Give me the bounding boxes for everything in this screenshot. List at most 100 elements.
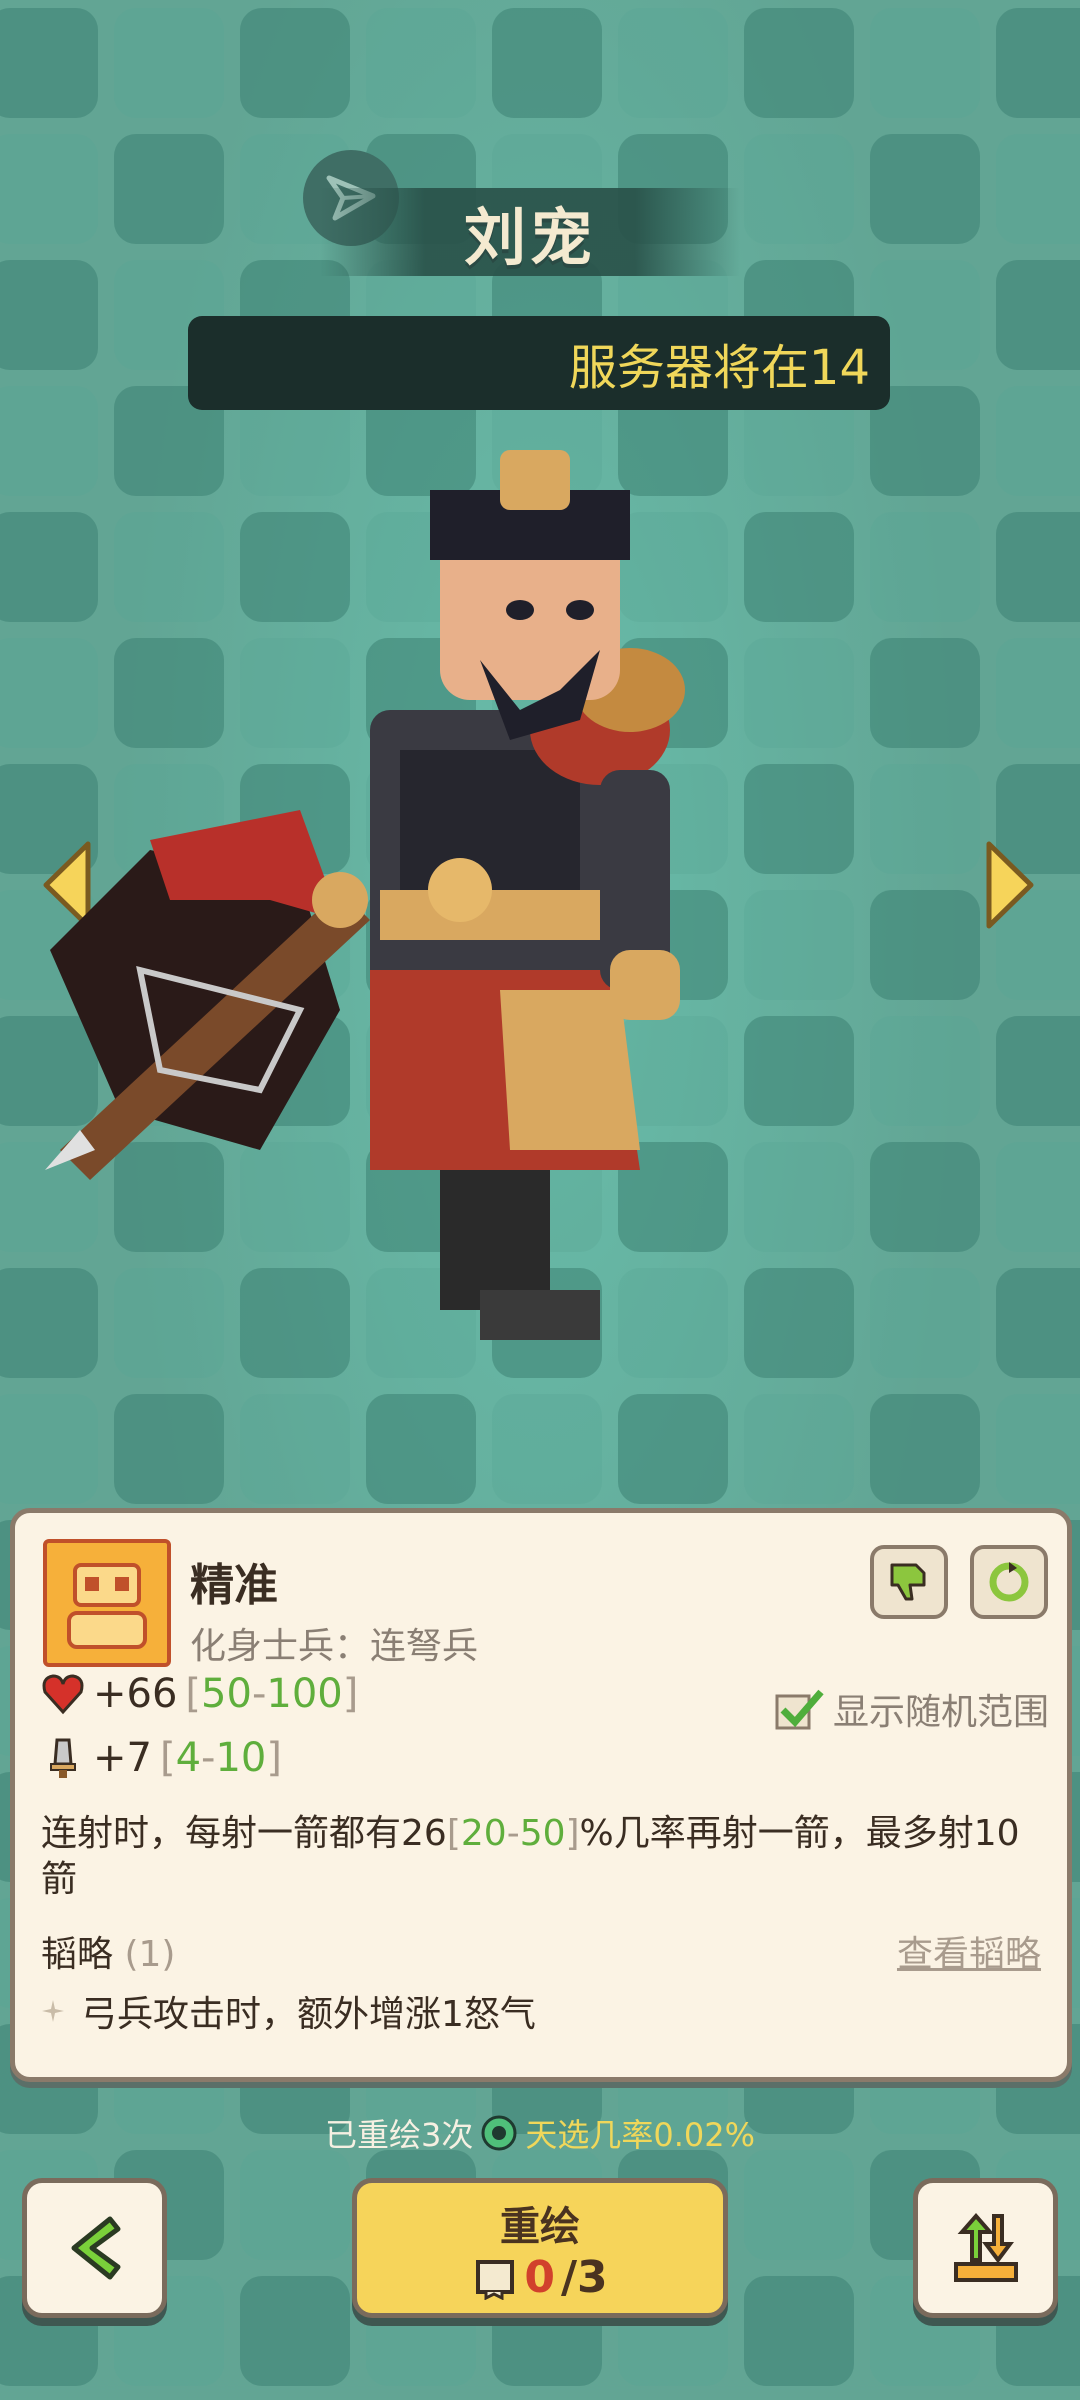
checkmark-icon <box>775 1689 824 1730</box>
background-tile <box>996 8 1080 118</box>
background-tile <box>744 1268 854 1378</box>
scroll-ticket-icon <box>476 2260 515 2300</box>
hp-stat: +66 [50-100] <box>41 1671 358 1717</box>
view-tactics-link[interactable]: 查看韬略 <box>897 1925 1041 1977</box>
background-tile <box>744 2276 854 2386</box>
background-tile <box>114 8 224 118</box>
refresh-icon <box>989 1562 1029 1602</box>
description-range-min: 20 <box>460 1813 507 1854</box>
background-tile <box>996 1016 1080 1126</box>
hero-name-banner: 刘宠 <box>320 188 740 276</box>
background-tile <box>744 512 854 622</box>
background-tile <box>744 2150 854 2260</box>
tactics-item-text: 弓兵攻击时，额外增涨1怒气 <box>81 1994 536 2035</box>
background-tile <box>744 134 854 244</box>
attack-range-max: 10 <box>215 1735 267 1781</box>
skill-subtitle-value: 连弩兵 <box>370 1626 479 1667</box>
dislike-button[interactable] <box>870 1545 948 1619</box>
skill-description: 连射时，每射一箭都有26[20-50]%几率再射一箭，最多射10箭 <box>41 1811 1051 1903</box>
next-hero-arrow-icon[interactable] <box>985 840 1037 930</box>
background-tile <box>366 1394 476 1504</box>
attack-stat: +7 [4-10] <box>41 1735 282 1781</box>
server-notice-text: 服务器将在14 <box>568 340 870 396</box>
tactics-count: (1) <box>124 1934 176 1975</box>
sort-button[interactable] <box>913 2178 1058 2318</box>
hp-range-min: 50 <box>201 1671 252 1717</box>
background-tile <box>0 8 98 118</box>
server-notice: 服务器将在14 <box>188 316 890 410</box>
background-tile <box>114 1394 224 1504</box>
description-range-sep: - <box>506 1813 520 1854</box>
redraw-button[interactable]: 重绘 0/3 <box>352 2178 728 2318</box>
background-tile <box>744 764 854 874</box>
background-tile <box>744 1394 854 1504</box>
attack-value: +7 <box>93 1735 152 1781</box>
redraw-count: 0/3 <box>472 2251 608 2303</box>
description-value: 26 <box>401 1813 447 1854</box>
hp-range-sep: - <box>251 1671 267 1717</box>
hp-value: +66 <box>93 1671 178 1717</box>
sword-icon <box>50 1738 76 1778</box>
background-tile <box>870 1142 980 1252</box>
skill-subtitle-label: 化身士兵： <box>190 1626 371 1667</box>
show-random-range-label: 显示随机范围 <box>833 1692 1050 1733</box>
background-tile <box>870 890 980 1000</box>
background-tile <box>240 1394 350 1504</box>
background-tile <box>240 2150 350 2260</box>
background-tile <box>870 1394 980 1504</box>
attack-range-open: [ <box>159 1735 176 1781</box>
tactics-list-item: 弓兵攻击时，额外增涨1怒气 <box>41 1985 536 2037</box>
attack-range-min: 4 <box>175 1735 202 1781</box>
tactics-label-text: 韬略 <box>41 1934 114 1975</box>
background-tile <box>870 638 980 748</box>
background-tile <box>492 1394 602 1504</box>
skill-name: 精准 <box>190 1560 278 1611</box>
heart-icon <box>42 1674 84 1715</box>
tactics-label: 韬略 (1) <box>41 1925 175 1977</box>
attack-range-close: ] <box>266 1735 282 1781</box>
description-range-open: [ <box>446 1813 461 1854</box>
background-tile <box>870 8 980 118</box>
hero-portrait <box>45 450 685 1340</box>
redraw-info: 已重绘3次 天选几率0.02% <box>0 2110 1080 2156</box>
background-tile <box>240 8 350 118</box>
sort-arrows-icon <box>953 2212 1018 2282</box>
background-tile <box>870 1268 980 1378</box>
background-tile <box>744 1142 854 1252</box>
background-tile <box>996 1394 1080 1504</box>
background-tile <box>492 8 602 118</box>
back-button[interactable] <box>22 2178 167 2318</box>
redraw-count-text: 已重绘3次 <box>324 2116 474 2154</box>
background-tile <box>744 890 854 1000</box>
background-tile <box>744 8 854 118</box>
attack-range-sep: - <box>201 1735 216 1781</box>
background-tile <box>0 134 98 244</box>
show-random-range-toggle[interactable]: 显示随机范围 <box>775 1683 1049 1735</box>
skill-card: 精准 化身士兵：连弩兵 +66 [50-100] +7 [4-10] 显示随机范… <box>10 1508 1072 2082</box>
description-range-close: ] <box>565 1813 580 1854</box>
background-tile <box>870 1016 980 1126</box>
skill-subtitle: 化身士兵：连弩兵 <box>190 1617 478 1669</box>
background-tile <box>996 1142 1080 1252</box>
background-tile <box>870 764 980 874</box>
hp-range-open: [ <box>185 1671 202 1717</box>
refresh-button[interactable] <box>970 1545 1048 1619</box>
skill-icon <box>43 1539 171 1667</box>
description-pre: 连射时，每射一箭都有 <box>41 1813 402 1854</box>
background-tile <box>0 260 98 370</box>
background-tile <box>870 134 980 244</box>
hp-range-close: ] <box>342 1671 359 1717</box>
background-tile <box>870 512 980 622</box>
attack-range: [4-10] <box>160 1735 282 1781</box>
description-range: [20-50] <box>447 1813 580 1854</box>
background-tile <box>618 8 728 118</box>
background-tile <box>996 260 1080 370</box>
back-chevron-icon <box>71 2216 120 2280</box>
background-tile <box>996 1268 1080 1378</box>
background-tile <box>996 134 1080 244</box>
background-tile <box>996 386 1080 496</box>
background-tile <box>744 1016 854 1126</box>
background-tile <box>618 1394 728 1504</box>
hp-range: [50-100] <box>185 1671 358 1717</box>
redraw-total: /3 <box>560 2251 608 2303</box>
